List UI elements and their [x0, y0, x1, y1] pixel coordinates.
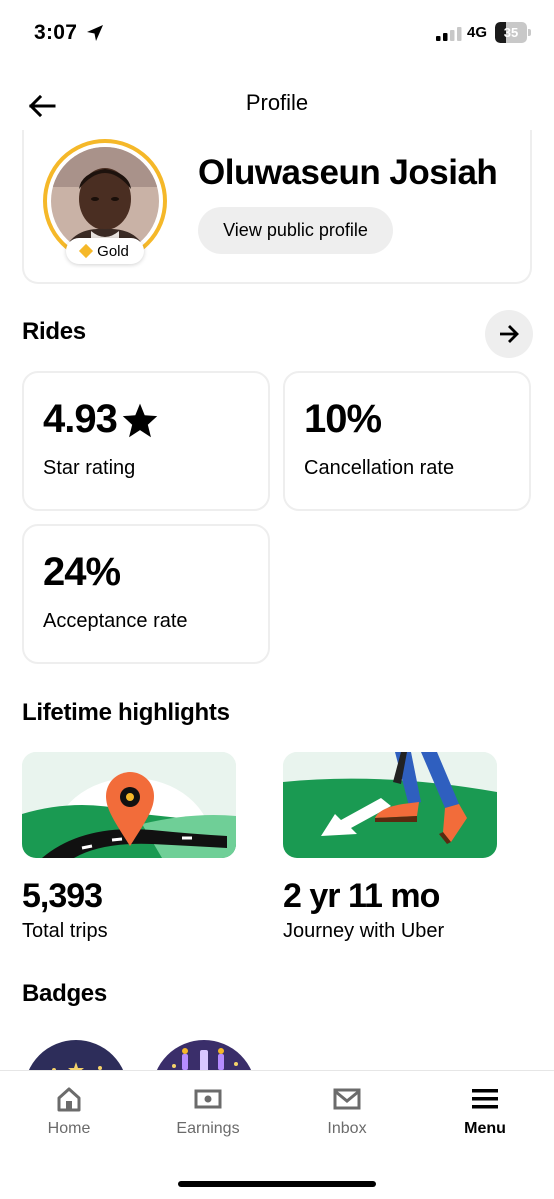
rides-title: Rides — [22, 318, 86, 345]
acceptance-rate-value: 24% — [43, 550, 121, 594]
stat-value-wrap: 4.93 — [43, 397, 159, 442]
status-bar: 3:07 4G 35 — [0, 0, 554, 66]
location-arrow-icon — [87, 25, 103, 41]
journey-value: 2 yr 11 mo — [283, 877, 440, 915]
star-rating-card[interactable]: 4.93 Star rating — [22, 371, 270, 511]
acceptance-rate-label: Acceptance rate — [43, 610, 188, 632]
tab-home[interactable]: Home — [14, 1085, 124, 1141]
journey-label: Journey with Uber — [283, 920, 445, 942]
star-icon — [122, 403, 158, 437]
tab-inbox[interactable]: Inbox — [292, 1085, 402, 1141]
star-rating-value: 4.93 — [43, 397, 118, 441]
cancellation-rate-value: 10% — [304, 397, 382, 441]
tab-label: Inbox — [327, 1120, 367, 1137]
battery-level: 35 — [503, 25, 519, 40]
cancellation-rate-label: Cancellation rate — [304, 457, 455, 479]
badges-title: Badges — [22, 980, 107, 1007]
tab-bar: Home Earnings Inbox Menu — [0, 1070, 554, 1199]
home-icon — [55, 1085, 83, 1113]
tab-earnings[interactable]: Earnings — [153, 1085, 263, 1141]
network-type: 4G — [467, 24, 488, 41]
battery-icon: 35 — [495, 22, 531, 43]
menu-icon — [471, 1085, 499, 1113]
arrow-right-icon — [500, 325, 519, 343]
home-indicator — [178, 1181, 376, 1187]
tab-label: Earnings — [176, 1120, 240, 1137]
tier-badge: Gold — [66, 238, 144, 264]
profile-name: Oluwaseun Josiah — [198, 153, 498, 192]
tier-label: Gold — [97, 242, 129, 260]
earnings-icon — [194, 1085, 222, 1113]
rides-details-button[interactable] — [485, 310, 533, 358]
cancellation-rate-card[interactable]: 10% Cancellation rate — [283, 371, 531, 511]
status-time: 3:07 — [34, 21, 78, 44]
tab-label: Home — [47, 1120, 91, 1137]
tab-menu[interactable]: Menu — [430, 1085, 540, 1141]
acceptance-rate-card[interactable]: 24% Acceptance rate — [22, 524, 270, 664]
star-rating-label: Star rating — [43, 457, 136, 479]
tab-label: Menu — [464, 1120, 506, 1137]
map-pin-road-illustration — [22, 752, 236, 858]
walking-arrow-illustration — [283, 752, 497, 858]
total-trips-label: Total trips — [22, 920, 108, 942]
lifetime-highlights-title: Lifetime highlights — [22, 699, 230, 726]
mail-icon — [333, 1085, 361, 1113]
page-title: Profile — [245, 90, 309, 115]
cellular-signal-icon — [436, 27, 462, 41]
total-trips-value: 5,393 — [22, 877, 103, 915]
view-public-profile-button[interactable]: View public profile — [198, 207, 393, 254]
diamond-icon — [79, 243, 94, 259]
